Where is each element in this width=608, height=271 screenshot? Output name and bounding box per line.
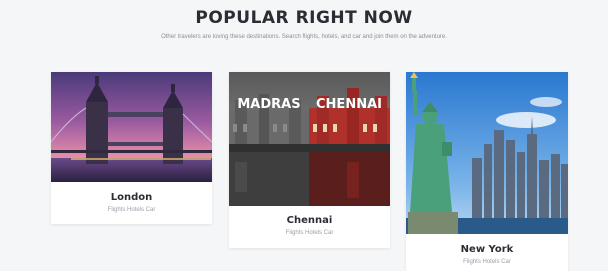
destination-name[interactable]: London [51,192,212,203]
destination-services: Flights Hotels Car [463,259,511,265]
photo-caption-madras: MADRAS [237,97,300,112]
destination-name[interactable]: Chennai [229,215,390,226]
destination-services: Flights Hotels Car [285,230,334,236]
section-title: POPULAR RIGHT NOW [195,8,413,28]
tower-bridge-photo[interactable] [51,72,212,182]
destination-services: Flights Hotels Car [107,207,156,213]
destination-card-london[interactable]: London Flights Hotels Car [51,72,212,224]
destination-card-new-york[interactable]: New York Flights Hotels Car [406,72,568,271]
photo-caption-chennai: CHENNAI [316,97,382,112]
statue-of-liberty-photo[interactable] [406,72,568,234]
destination-card-chennai[interactable]: MADRAS CHENNAI Chennai Flights Hotels Ca… [229,72,390,248]
destination-name[interactable]: New York [406,244,568,255]
madras-chennai-photo[interactable]: MADRAS CHENNAI [229,72,390,206]
section-subtitle: Other travelers are loving these destina… [161,34,447,40]
